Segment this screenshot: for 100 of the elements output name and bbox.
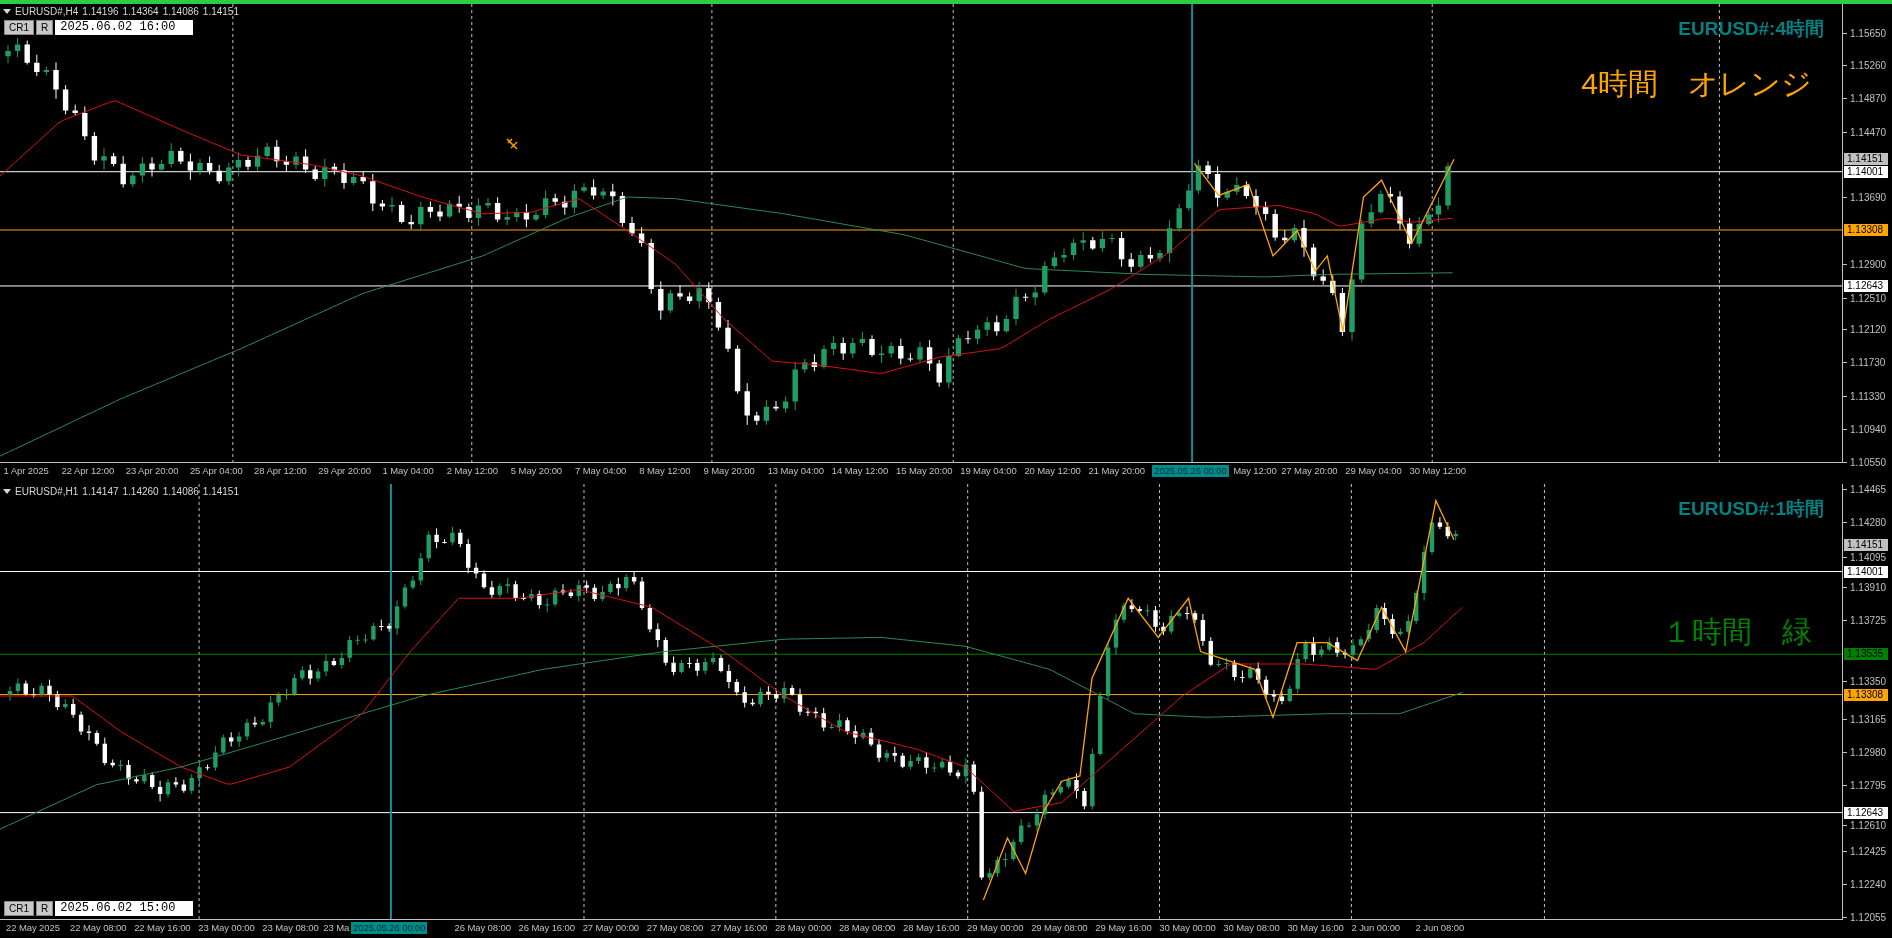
chart-note: 4時間 オレンジ [1581,66,1812,102]
price-tick-label: 1.12240 [1850,878,1887,890]
chart-note: １時間 緑 [1662,614,1812,650]
datetime-field[interactable]: 2025.06.02 16:00 [55,20,194,35]
time-axis-label: 22 May 08:00 [70,922,127,934]
time-axis-label: 27 May 00:00 [582,922,640,934]
price-tick-label: 1.12900 [1850,258,1887,270]
time-axis-label: 23 May 00:00 [198,922,255,934]
price-value: 1.14147 [82,486,119,497]
time-axis-label: 29 May 16:00 [1095,922,1152,934]
time-axis-label: 2025.05.26 00:00 [351,922,428,934]
time-axis-label: 2 May 12:00 [446,465,498,477]
time-axis-label: 26 May 16:00 [518,922,575,934]
time-axis-label: 9 May 20:00 [703,465,755,477]
price-tick-label: 1.11730 [1850,357,1886,369]
toolbar-button[interactable]: CR1 [4,20,34,35]
price-value: 1.14260 [122,486,159,497]
time-axis-label: 23 Apr 20:00 [125,465,179,477]
time-axis-label: 14 May 12:00 [831,465,889,477]
datetime-field[interactable]: 2025.06.02 15:00 [55,901,194,916]
dropdown-arrow-icon[interactable] [3,8,11,15]
price-tick-label: 1.14870 [1850,93,1887,105]
time-axis-label: 28 May 16:00 [903,922,960,934]
time-axis-label: 30 May 08:00 [1223,922,1280,934]
price-tick-label: 1.10940 [1850,423,1887,435]
time-axis-label: 22 Apr 12:00 [61,465,115,477]
time-axis-label: 1 Apr 2025 [3,465,49,477]
time-axis-label: 5 May 20:00 [510,465,563,477]
time-axis-label: 27 May 20:00 [1281,465,1338,477]
price-tick-label: 1.15650 [1850,27,1887,39]
price-value: 1.14086 [162,6,199,17]
price-value: 1.14151 [202,486,239,497]
price-tick-label: 1.14280 [1850,516,1887,528]
price-tick-label: 1.13350 [1850,676,1887,688]
time-axis-label: 27 May 16:00 [710,922,768,934]
time-axis-label: 20 May 12:00 [1024,465,1081,477]
time-axis-label: 23 May 08:00 [262,922,319,934]
price-tick-label: 1.14470 [1850,126,1887,138]
price-tick-label: 1.13690 [1850,192,1887,204]
price-label: 1.12643 [1844,806,1888,819]
price-tick-label: 1.13725 [1850,615,1887,626]
time-axis-label: 1 May 04:00 [382,465,434,477]
price-tick-label: 1.12120 [1850,324,1887,336]
toolbar-button[interactable]: R [36,901,54,916]
price-label: 1.14151 [1844,538,1888,551]
time-axis-label: 30 May 00:00 [1159,922,1216,934]
time-axis-label: 13 May 04:00 [767,465,824,477]
price-label: 1.13308 [1844,688,1888,701]
time-axis-label: 19 May 04:00 [960,465,1017,477]
price-label: 1.13308 [1844,224,1888,236]
price-tick-label: 1.11330 [1850,390,1886,402]
time-axis-label: 25 Apr 04:00 [189,465,243,477]
time-axis-label: 29 Apr 20:00 [318,465,371,477]
price-label: 1.14151 [1844,153,1888,166]
time-axis-label: 28 Apr 12:00 [254,465,307,477]
time-axis-label: 7 May 04:00 [575,465,627,477]
time-axis-label: 28 May 08:00 [838,922,896,934]
chart-title: EURUSD#:1時間 [1678,497,1824,521]
time-axis-label: 27 May 08:00 [646,922,704,934]
price-label: 1.13535 [1844,648,1888,661]
time-axis-label: 29 May 04:00 [1345,465,1402,477]
symbol-timeframe: EURUSD#,H4 [15,6,79,17]
price-tick-label: 1.12795 [1850,780,1887,792]
price-tick-label: 1.12055 [1850,911,1887,923]
time-axis-label: 30 May 12:00 [1409,465,1466,477]
time-axis-label: May 12:00 [1233,465,1277,477]
time-axis-label: 2 Jun 08:00 [1415,922,1465,934]
price-tick-label: 1.15260 [1850,60,1887,72]
time-axis-label: 28 May 00:00 [774,922,832,934]
price-tick-label: 1.12510 [1850,293,1887,305]
price-tick-label: 1.14465 [1850,483,1887,495]
toolbar-button[interactable]: R [36,20,54,35]
price-value: 1.14151 [202,6,239,17]
dropdown-arrow-icon[interactable] [3,488,11,495]
price-tick-label: 1.12980 [1850,747,1887,759]
time-axis-label: 29 May 00:00 [967,922,1024,934]
price-tick-label: 1.13910 [1850,582,1887,594]
price-tick-label: 1.10550 [1850,456,1887,468]
time-axis-label: 15 May 20:00 [896,465,953,477]
price-value: 1.14364 [122,6,159,17]
price-label: 1.14001 [1844,565,1888,578]
price-label: 1.12643 [1844,279,1888,292]
toolbar-button[interactable]: CR1 [4,901,34,916]
price-tick-label: 1.13165 [1850,714,1887,726]
price-value: 1.14196 [82,6,119,17]
price-tick-label: 1.12425 [1850,845,1887,857]
time-axis-label: 26 May 08:00 [454,922,511,934]
price-tick-label: 1.12610 [1850,820,1887,832]
symbol-timeframe: EURUSD#,H1 [15,486,79,497]
time-axis-label: 22 May 2025 [6,922,60,934]
time-axis-label: 2 Jun 00:00 [1351,922,1401,934]
pencil-icon[interactable] [506,138,518,150]
time-axis-label: 23 Ma [323,922,350,934]
time-axis-label: 30 May 16:00 [1287,922,1344,934]
time-axis-label: 21 May 20:00 [1088,465,1145,477]
time-axis-label: 2025.05.26 00:00 [1152,465,1229,477]
time-axis-label: 8 May 12:00 [639,465,691,477]
price-tick-label: 1.14095 [1850,552,1887,564]
time-axis-label: 29 May 08:00 [1031,922,1088,934]
price-value: 1.14086 [162,486,199,497]
